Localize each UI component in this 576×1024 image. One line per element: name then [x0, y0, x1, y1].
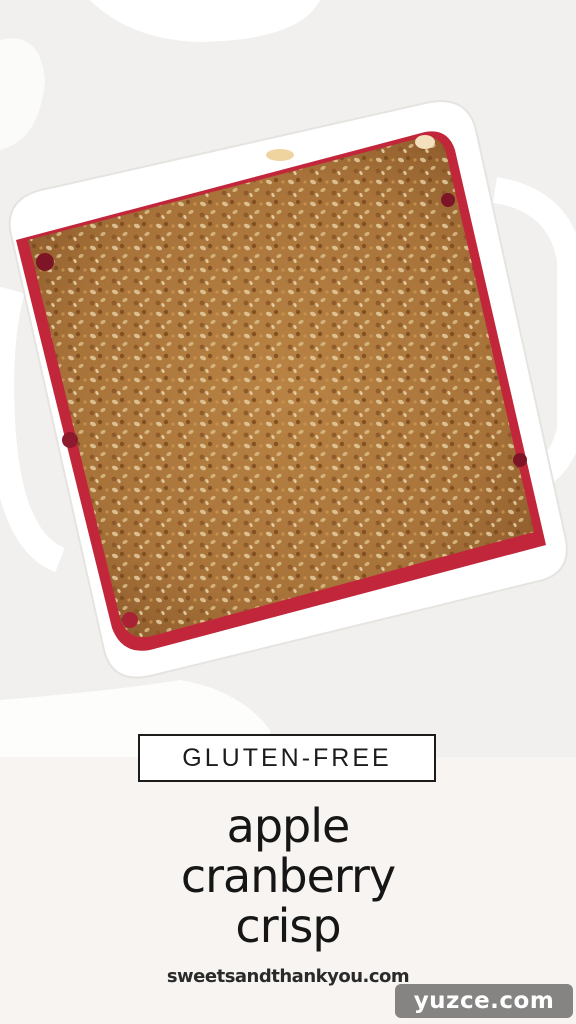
title-line-2: cranberry — [180, 849, 396, 903]
photo-crisp — [0, 0, 576, 760]
linen-left — [0, 38, 45, 151]
watermark-badge: yuzce.com — [395, 984, 573, 1018]
watermark-text: yuzce.com — [413, 988, 555, 1014]
recipe-pin: GLUTEN-FREE apple cranberry crisp sweets… — [0, 0, 576, 1024]
crisp-illustration — [0, 0, 576, 760]
title-line-3: crisp — [235, 899, 341, 953]
title-line-1: apple — [226, 799, 351, 853]
gluten-free-badge: GLUTEN-FREE — [138, 734, 436, 782]
linen-top — [90, 0, 320, 42]
badge-label: GLUTEN-FREE — [182, 743, 392, 772]
